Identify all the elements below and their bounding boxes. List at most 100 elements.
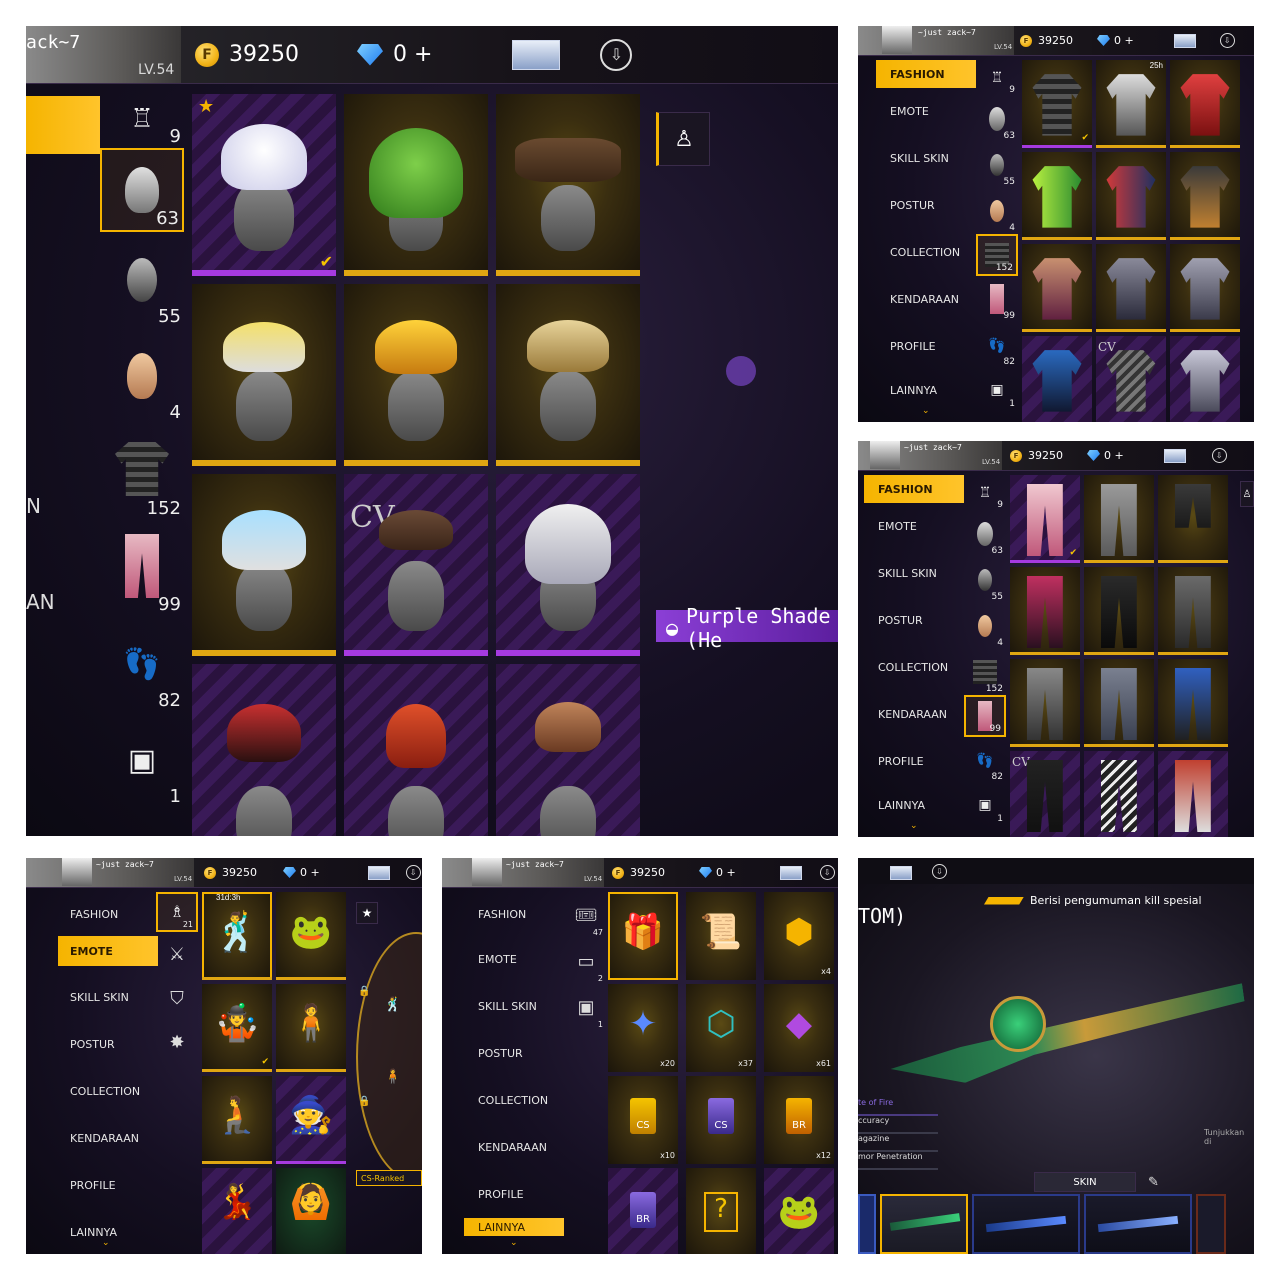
item-tile[interactable]: BR: [608, 1168, 678, 1254]
menu-fashion[interactable]: FASHION: [864, 475, 964, 503]
menu-collection[interactable]: COLLECTION: [864, 644, 964, 691]
menu-lainnya[interactable]: LAINNYA: [864, 785, 964, 825]
item-tile[interactable]: [1084, 659, 1154, 747]
category-shoes[interactable]: 👣 82: [100, 616, 184, 712]
category-item[interactable]: 63: [976, 96, 1018, 142]
item-tile[interactable]: [1170, 244, 1240, 332]
mannequin-button[interactable]: ♙: [656, 112, 710, 166]
item-tile[interactable]: ◆ x61: [764, 984, 834, 1072]
category-item[interactable]: 55: [964, 557, 1006, 603]
menu-profile[interactable]: PROFILE: [876, 323, 976, 370]
card-icon[interactable]: [1163, 448, 1186, 463]
category-face[interactable]: 4: [100, 328, 184, 424]
category-mask[interactable]: 55: [100, 232, 184, 328]
menu-skill-skin[interactable]: SKILL SKIN: [464, 983, 564, 1030]
category-item[interactable]: 4: [964, 603, 1006, 649]
category-emote[interactable]: ✸: [156, 1020, 198, 1064]
menu-fragment-1[interactable]: N: [26, 494, 41, 518]
menu-skill-skin[interactable]: SKILL SKIN: [864, 550, 964, 597]
menu-emote[interactable]: EMOTE: [58, 936, 158, 966]
player-card[interactable]: ~just zack~7 LV.54: [26, 858, 194, 887]
category-item[interactable]: ♖ 9: [976, 58, 1018, 96]
mannequin-button[interactable]: ♙: [1240, 481, 1254, 507]
category-pants[interactable]: 99: [100, 520, 184, 616]
cloud-download-icon[interactable]: ⇩: [405, 865, 421, 880]
item-tile[interactable]: [1084, 475, 1154, 563]
category-item[interactable]: ♖ 9: [964, 473, 1006, 511]
emote-tile[interactable]: 💃: [202, 1168, 272, 1254]
item-tile[interactable]: [496, 474, 640, 656]
menu-postur[interactable]: POSTUR: [864, 597, 964, 644]
menu-collection[interactable]: COLLECTION: [58, 1060, 158, 1122]
chevron-down-icon[interactable]: ⌄: [510, 1238, 518, 1248]
card-icon[interactable]: [890, 866, 912, 880]
item-tile[interactable]: [1170, 152, 1240, 240]
item-tile[interactable]: [496, 664, 640, 836]
item-tile[interactable]: [1158, 475, 1228, 563]
item-tile[interactable]: [192, 664, 336, 836]
category-item[interactable]: 4: [976, 188, 1018, 234]
item-tile[interactable]: [344, 664, 488, 836]
chevron-down-icon[interactable]: ⌄: [102, 1238, 110, 1248]
edit-icon[interactable]: ✎: [1148, 1174, 1159, 1190]
item-tile[interactable]: [1010, 567, 1080, 655]
menu-profile[interactable]: PROFILE: [58, 1154, 158, 1216]
item-tile[interactable]: [496, 284, 640, 466]
category-item[interactable]: 👣 82: [976, 322, 1018, 368]
category-item[interactable]: 99: [976, 276, 1018, 322]
category-emote[interactable]: ⚔: [156, 932, 198, 976]
cloud-download-icon[interactable]: ⇩: [932, 864, 947, 879]
player-card[interactable]: ~just zack~7 LV.54: [858, 441, 1002, 470]
card-icon[interactable]: [367, 865, 390, 880]
emote-tile[interactable]: 🤹 ✔: [202, 984, 272, 1072]
item-tile[interactable]: ?: [686, 1168, 756, 1254]
item-tile[interactable]: 25h: [1096, 60, 1166, 148]
category-top[interactable]: 152: [100, 424, 184, 520]
cloud-download-icon[interactable]: ⇩: [1211, 448, 1227, 463]
emote-tile[interactable]: 🧎: [202, 1076, 272, 1164]
item-tile[interactable]: ✦ x20: [608, 984, 678, 1072]
item-tile[interactable]: [1158, 567, 1228, 655]
category-item[interactable]: ▣ 1: [976, 368, 1018, 410]
emote-tile[interactable]: 31d:3h 🕺: [202, 892, 272, 980]
category-item[interactable]: 55: [976, 142, 1018, 188]
item-tile[interactable]: ⬡ x37: [686, 984, 756, 1072]
item-tile[interactable]: CS: [686, 1076, 756, 1164]
chevron-down-icon[interactable]: ⌄: [922, 406, 930, 416]
card-icon[interactable]: [512, 39, 561, 70]
category-item[interactable]: 🎟 47: [566, 892, 606, 938]
emote-tile[interactable]: 🐸: [276, 892, 346, 980]
card-icon[interactable]: [779, 865, 802, 880]
emote-tile[interactable]: 🙆: [276, 1168, 346, 1254]
item-tile[interactable]: [1022, 336, 1092, 422]
card-icon[interactable]: [1173, 33, 1196, 48]
category-emote[interactable]: ⛉: [156, 976, 198, 1020]
player-card[interactable]: ~just zack~7 LV.54: [442, 858, 604, 887]
category-item[interactable]: 99: [964, 695, 1006, 737]
skin-slot-right[interactable]: [1196, 1194, 1226, 1254]
menu-fragment-2[interactable]: AN: [26, 590, 55, 614]
menu-skill-skin[interactable]: SKILL SKIN: [876, 135, 976, 182]
category-emote[interactable]: ♗ 21: [156, 892, 198, 932]
menu-highlight[interactable]: [26, 96, 100, 154]
category-item[interactable]: 63: [964, 511, 1006, 557]
category-item[interactable]: 👣 82: [964, 737, 1006, 783]
item-tile[interactable]: CV: [1096, 336, 1166, 422]
chevron-down-icon[interactable]: ⌄: [910, 821, 918, 831]
menu-kendaraan[interactable]: KENDARAAN: [464, 1124, 564, 1171]
category-item[interactable]: ▣ 1: [566, 984, 606, 1030]
category-head[interactable]: 63: [100, 148, 184, 232]
item-tile[interactable]: ⬢ x4: [764, 892, 834, 980]
skin-slot-left[interactable]: [858, 1194, 876, 1254]
item-tile[interactable]: [344, 284, 488, 466]
emote-tile[interactable]: 🧍: [276, 984, 346, 1072]
menu-fashion[interactable]: FASHION: [876, 60, 976, 88]
item-tile[interactable]: [1170, 60, 1240, 148]
cloud-download-icon[interactable]: ⇩: [600, 38, 633, 71]
menu-kendaraan[interactable]: KENDARAAN: [864, 691, 964, 738]
skin-tab[interactable]: SKIN: [1034, 1172, 1136, 1192]
item-tile[interactable]: ✔: [1010, 475, 1080, 563]
item-tile[interactable]: CV: [1010, 751, 1080, 837]
item-tile[interactable]: [1022, 152, 1092, 240]
category-shirt[interactable]: ♖ 9: [100, 88, 184, 148]
